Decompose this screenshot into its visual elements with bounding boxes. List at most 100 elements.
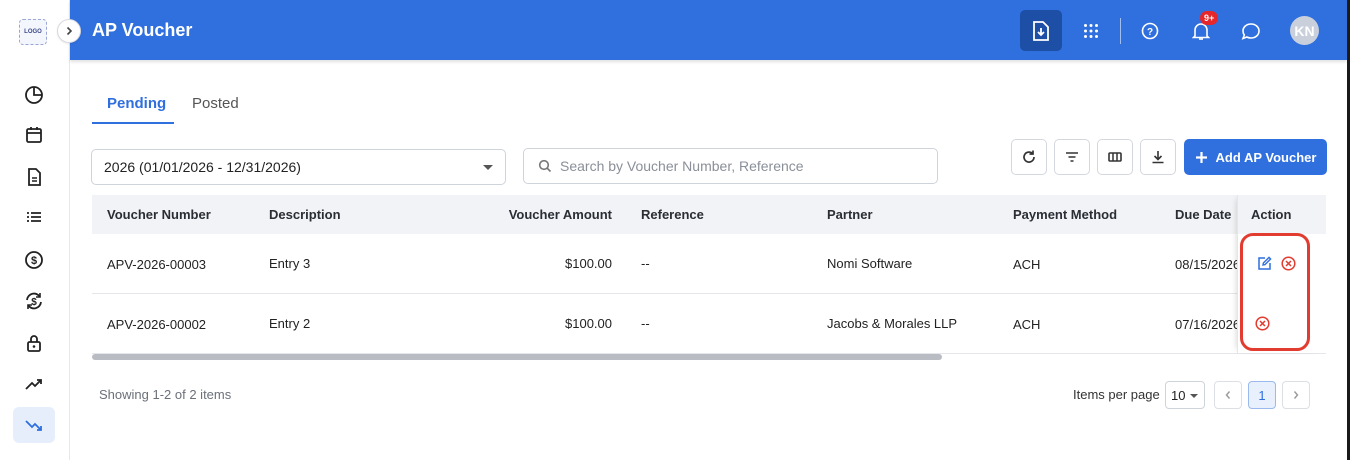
apps-grid-icon (1084, 23, 1098, 38)
items-per-page-value: 10 (1171, 387, 1186, 403)
column-header-payment-method[interactable]: Payment Method (1013, 207, 1117, 222)
chat-icon (1241, 22, 1260, 40)
plus-icon (1195, 151, 1207, 163)
horizontal-scrollbar[interactable] (92, 354, 942, 360)
table-row[interactable]: APV-2026-00002 Entry 2 $100.00 -- Jacobs… (92, 294, 1326, 354)
active-tab-indicator (92, 122, 174, 124)
voucher-number-cell: APV-2026-00003 (107, 257, 207, 272)
top-header: AP Voucher ? 9+ KN (70, 0, 1347, 60)
previous-page-button[interactable] (1214, 381, 1242, 409)
sidebar-item-list[interactable] (13, 199, 55, 235)
delete-button[interactable] (1253, 314, 1271, 332)
logo: LOGO (19, 19, 47, 45)
sidebar-item-dollar-exchange[interactable]: $ (13, 283, 55, 319)
voucher-number-cell: APV-2026-00002 (107, 317, 207, 332)
showing-count: Showing 1-2 of 2 items (99, 387, 232, 402)
apps-grid-button[interactable] (1070, 10, 1112, 51)
next-page-button[interactable] (1282, 381, 1310, 409)
close-circle-icon (1254, 315, 1270, 331)
sidebar: LOGO $ $ (0, 0, 70, 460)
reference-cell: -- (641, 316, 650, 331)
sidebar-item-documents[interactable] (13, 159, 55, 195)
sidebar-item-lock[interactable] (13, 325, 55, 361)
columns-button[interactable] (1097, 139, 1133, 175)
description-cell: Entry 2 (269, 316, 311, 331)
page-1-button[interactable]: 1 (1248, 381, 1276, 409)
due-date-cell: 07/16/2026 (1175, 317, 1241, 332)
sidebar-toggle-button[interactable] (57, 19, 81, 43)
column-header-voucher-amount[interactable]: Voucher Amount (509, 207, 612, 222)
tab-pending[interactable]: Pending (107, 95, 166, 112)
refresh-icon (1023, 150, 1035, 163)
column-header-voucher-number[interactable]: Voucher Number (107, 207, 211, 222)
column-header-action: Action (1251, 207, 1292, 222)
tab-posted[interactable]: Posted (192, 95, 239, 112)
column-header-description[interactable]: Description (269, 207, 341, 222)
column-header-partner[interactable]: Partner (827, 207, 873, 222)
items-per-page-select[interactable]: 10 (1165, 381, 1205, 409)
action-column-header-cell: Action (1238, 195, 1326, 234)
filter-icon (1066, 152, 1078, 162)
filter-button[interactable] (1054, 139, 1090, 175)
chevron-left-icon (1225, 391, 1231, 399)
list-icon (27, 212, 41, 222)
trending-down-icon (25, 420, 42, 431)
year-select[interactable]: 2026 (01/01/2026 - 12/31/2026) (91, 149, 506, 185)
search-icon (538, 159, 552, 173)
app-frame: LOGO $ $ AP Voucher ? 9+ KN Pending Post… (0, 0, 1347, 460)
sidebar-item-trending-up[interactable] (13, 366, 55, 402)
chevron-right-icon (66, 26, 73, 36)
voucher-amount-cell: $100.00 (565, 316, 612, 331)
download-button[interactable] (1140, 139, 1176, 175)
reference-cell: -- (641, 256, 650, 271)
download-icon (1152, 151, 1164, 164)
header-divider (1120, 18, 1121, 44)
chevron-right-icon (1293, 391, 1299, 399)
edit-icon (1257, 255, 1272, 270)
payment-method-cell: ACH (1013, 257, 1041, 272)
calendar-icon (26, 127, 42, 143)
help-button[interactable]: ? (1129, 10, 1171, 51)
caret-down-icon (1190, 394, 1198, 398)
search-box[interactable] (523, 148, 938, 184)
add-ap-voucher-label: Add AP Voucher (1215, 149, 1317, 165)
action-column: Action (1237, 195, 1326, 353)
chat-button[interactable] (1230, 10, 1272, 51)
description-cell: Entry 3 (269, 256, 311, 271)
add-ap-voucher-button[interactable]: Add AP Voucher (1184, 139, 1327, 175)
user-avatar[interactable]: KN (1290, 16, 1319, 45)
sidebar-item-calendar[interactable] (13, 117, 55, 153)
close-circle-icon (1280, 255, 1296, 271)
dashboard-pie-icon (25, 86, 43, 104)
document-icon (28, 168, 41, 186)
caret-down-icon (483, 165, 493, 170)
svg-text:?: ? (1147, 27, 1153, 38)
columns-icon (1108, 152, 1122, 162)
page-title: AP Voucher (92, 20, 193, 40)
file-download-icon (1033, 20, 1049, 41)
items-per-page-label: Items per page (1073, 387, 1160, 402)
edit-button[interactable] (1255, 254, 1273, 272)
partner-cell: Nomi Software (827, 256, 913, 271)
trending-up-icon (25, 379, 42, 390)
table-header: Voucher Number Description Voucher Amoun… (92, 195, 1326, 234)
payment-method-cell: ACH (1013, 317, 1041, 332)
refresh-button[interactable] (1011, 139, 1047, 175)
svg-text:$: $ (31, 297, 37, 308)
partner-cell: Jacobs & Morales LLP (827, 316, 958, 331)
column-header-due-date[interactable]: Due Date (1175, 207, 1231, 222)
voucher-table: Voucher Number Description Voucher Amoun… (92, 195, 1326, 360)
column-header-reference[interactable]: Reference (641, 207, 704, 222)
export-button[interactable] (1020, 10, 1062, 51)
table-row[interactable]: APV-2026-00003 Entry 3 $100.00 -- Nomi S… (92, 234, 1326, 294)
sidebar-item-trending-down[interactable] (13, 407, 55, 443)
dollar-icon: $ (25, 251, 43, 269)
dollar-exchange-icon: $ (26, 292, 42, 310)
delete-button[interactable] (1279, 254, 1297, 272)
voucher-amount-cell: $100.00 (565, 256, 612, 271)
sidebar-item-dashboard[interactable] (13, 77, 55, 113)
search-input[interactable] (560, 158, 920, 174)
year-select-value: 2026 (01/01/2026 - 12/31/2026) (104, 159, 301, 175)
svg-text:$: $ (31, 255, 37, 267)
sidebar-item-dollar[interactable]: $ (13, 242, 55, 278)
